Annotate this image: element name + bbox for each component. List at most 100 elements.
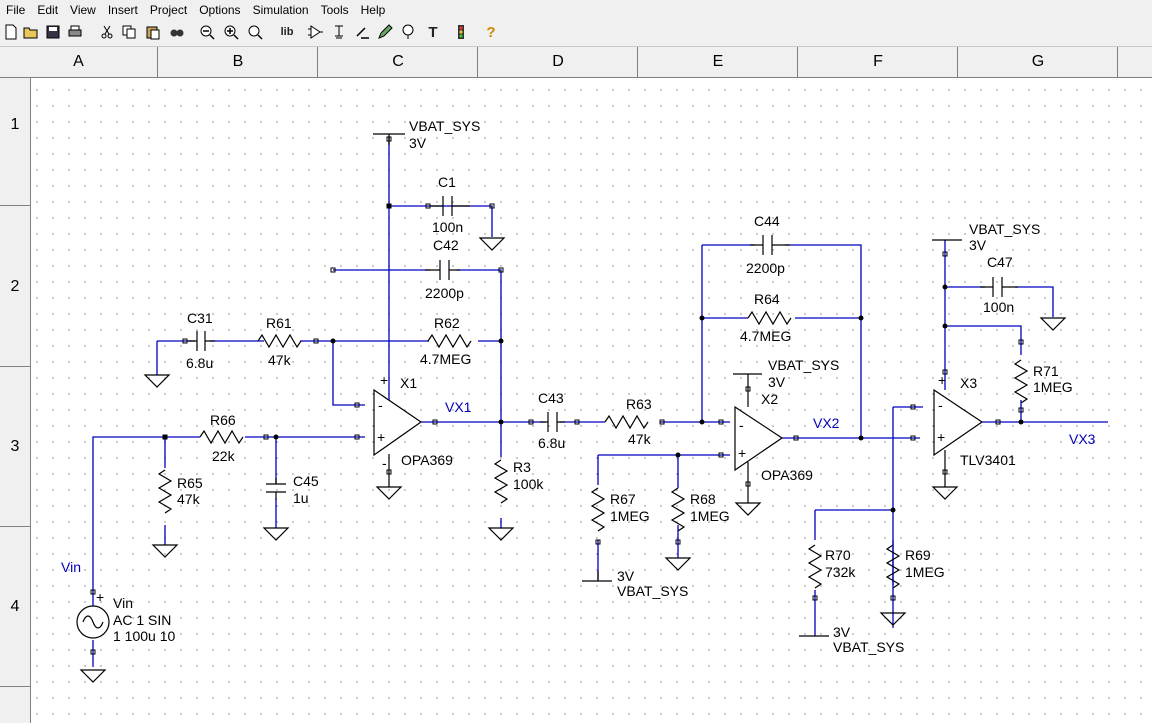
x1-name: X1 [400, 375, 417, 391]
vin-source-line1: AC 1 SIN [113, 612, 171, 628]
r68-value: 1MEG [690, 508, 730, 524]
column-label-a: A [73, 53, 84, 70]
menu-project[interactable]: Project [144, 0, 193, 19]
x3-pin-vplus: + [938, 372, 946, 388]
net-label-vin[interactable]: Vin [61, 559, 81, 575]
new-icon[interactable] [2, 22, 20, 42]
c44-value: 2200p [746, 260, 785, 276]
r3-name: R3 [513, 459, 531, 475]
row-divider [0, 686, 30, 687]
column-label-b: B [157, 47, 318, 77]
vin-source-name: Vin [113, 595, 133, 611]
r65-name: R65 [177, 475, 203, 491]
column-label-d: D [477, 47, 638, 77]
r71-name: R71 [1033, 363, 1059, 379]
c45-value: 1u [293, 490, 309, 506]
r70-value: 732k [825, 564, 856, 580]
net-label-vx2[interactable]: VX2 [813, 415, 840, 431]
menu-insert[interactable]: Insert [102, 0, 144, 19]
r69-name: R69 [905, 547, 931, 563]
traffic-light-icon[interactable] [452, 22, 470, 42]
r69-value: 1MEG [905, 564, 945, 580]
supply-1-value: 3V [409, 135, 427, 151]
menu-help[interactable]: Help [355, 0, 392, 19]
r70-name: R70 [825, 547, 851, 563]
net-label-vx3[interactable]: VX3 [1069, 431, 1096, 447]
r68-name: R68 [690, 491, 716, 507]
c47-name: C47 [987, 254, 1013, 270]
menu-tools[interactable]: Tools [315, 0, 355, 19]
x3-pin-minus: - [938, 397, 943, 413]
pencil-icon[interactable] [376, 22, 394, 42]
menu-view[interactable]: View [64, 0, 102, 19]
menu-edit[interactable]: Edit [31, 0, 64, 19]
ground-icon[interactable] [330, 22, 348, 42]
zoom-out-icon[interactable] [198, 22, 216, 42]
x1-pin-vplus: + [380, 372, 388, 388]
find-icon[interactable] [168, 22, 186, 42]
probe-icon[interactable] [398, 22, 416, 42]
menu-file[interactable]: File [0, 0, 31, 19]
text-icon[interactable]: T [424, 22, 442, 42]
copy-icon[interactable] [120, 22, 138, 42]
r61-name: R61 [266, 315, 292, 331]
row-header: 1 2 3 4 [0, 78, 31, 723]
r64-name: R64 [754, 291, 780, 307]
row-label-3: 3 [10, 438, 20, 455]
library-icon[interactable]: lib [276, 22, 298, 42]
supply-1-name: VBAT_SYS [409, 118, 480, 134]
r62-name: R62 [434, 315, 460, 331]
supply-2-value: 3V [969, 237, 987, 253]
print-icon[interactable] [66, 22, 84, 42]
row-divider [0, 366, 30, 367]
r66-value: 22k [212, 448, 236, 464]
save-icon[interactable] [44, 22, 62, 42]
component-labels: VBAT_SYS 3V C1 100n C42 2200p C31 6.8u R… [113, 118, 1073, 655]
wire-icon[interactable] [354, 22, 372, 42]
vin-source-line2: 1 100u 10 [113, 628, 175, 644]
menu-bar: File Edit View Insert Project Options Si… [0, 0, 1152, 19]
x1-pin-vminus: - [382, 455, 387, 471]
net-label-vx1[interactable]: VX1 [445, 399, 472, 415]
x2-name: X2 [761, 391, 778, 407]
column-label-e: E [637, 47, 798, 77]
c43-value: 6.8u [538, 435, 565, 451]
row-divider [0, 526, 30, 527]
supply-2-name: VBAT_SYS [969, 221, 1040, 237]
column-header: A B C D E F G [0, 47, 1152, 78]
row-label-4: 4 [10, 598, 20, 615]
r61-value: 47k [268, 352, 292, 368]
help-icon[interactable]: ? [482, 22, 500, 42]
row-label-2: 2 [10, 278, 20, 295]
menu-simulation[interactable]: Simulation [247, 0, 315, 19]
supply-3-name: VBAT_SYS [768, 357, 839, 373]
menu-options[interactable]: Options [193, 0, 246, 19]
c45-name: C45 [293, 473, 319, 489]
zoom-fit-icon[interactable] [246, 22, 264, 42]
cut-icon[interactable] [98, 22, 116, 42]
c1-name: C1 [438, 174, 456, 190]
schematic-drawing: - + + - - + - + + + VBAT_SYS 3V C1 100n … [61, 118, 1108, 683]
c47-value: 100n [983, 299, 1014, 315]
component-icon[interactable] [306, 22, 324, 42]
zoom-in-icon[interactable] [222, 22, 240, 42]
wires [92, 137, 1108, 667]
x3-model: TLV3401 [960, 452, 1016, 468]
c42-value: 2200p [425, 285, 464, 301]
x3-pin-plus: + [937, 429, 945, 445]
open-icon[interactable] [22, 22, 40, 42]
vin-pin-plus: + [96, 589, 104, 605]
r65-value: 47k [177, 491, 201, 507]
components [76, 133, 1066, 683]
toolbar: lib T ? [0, 19, 1152, 47]
junction-dots [162, 203, 1024, 513]
r62-value: 4.7MEG [420, 351, 471, 367]
paste-icon[interactable] [144, 22, 162, 42]
c31-name: C31 [187, 310, 213, 326]
r64-value: 4.7MEG [740, 328, 791, 344]
supply-4-value: 3V [617, 568, 635, 584]
c44-name: C44 [754, 213, 780, 229]
x3-name: X3 [960, 375, 977, 391]
schematic-canvas[interactable]: - + + - - + - + + + VBAT_SYS 3V C1 100n … [31, 78, 1152, 723]
column-label-c: C [317, 47, 478, 77]
